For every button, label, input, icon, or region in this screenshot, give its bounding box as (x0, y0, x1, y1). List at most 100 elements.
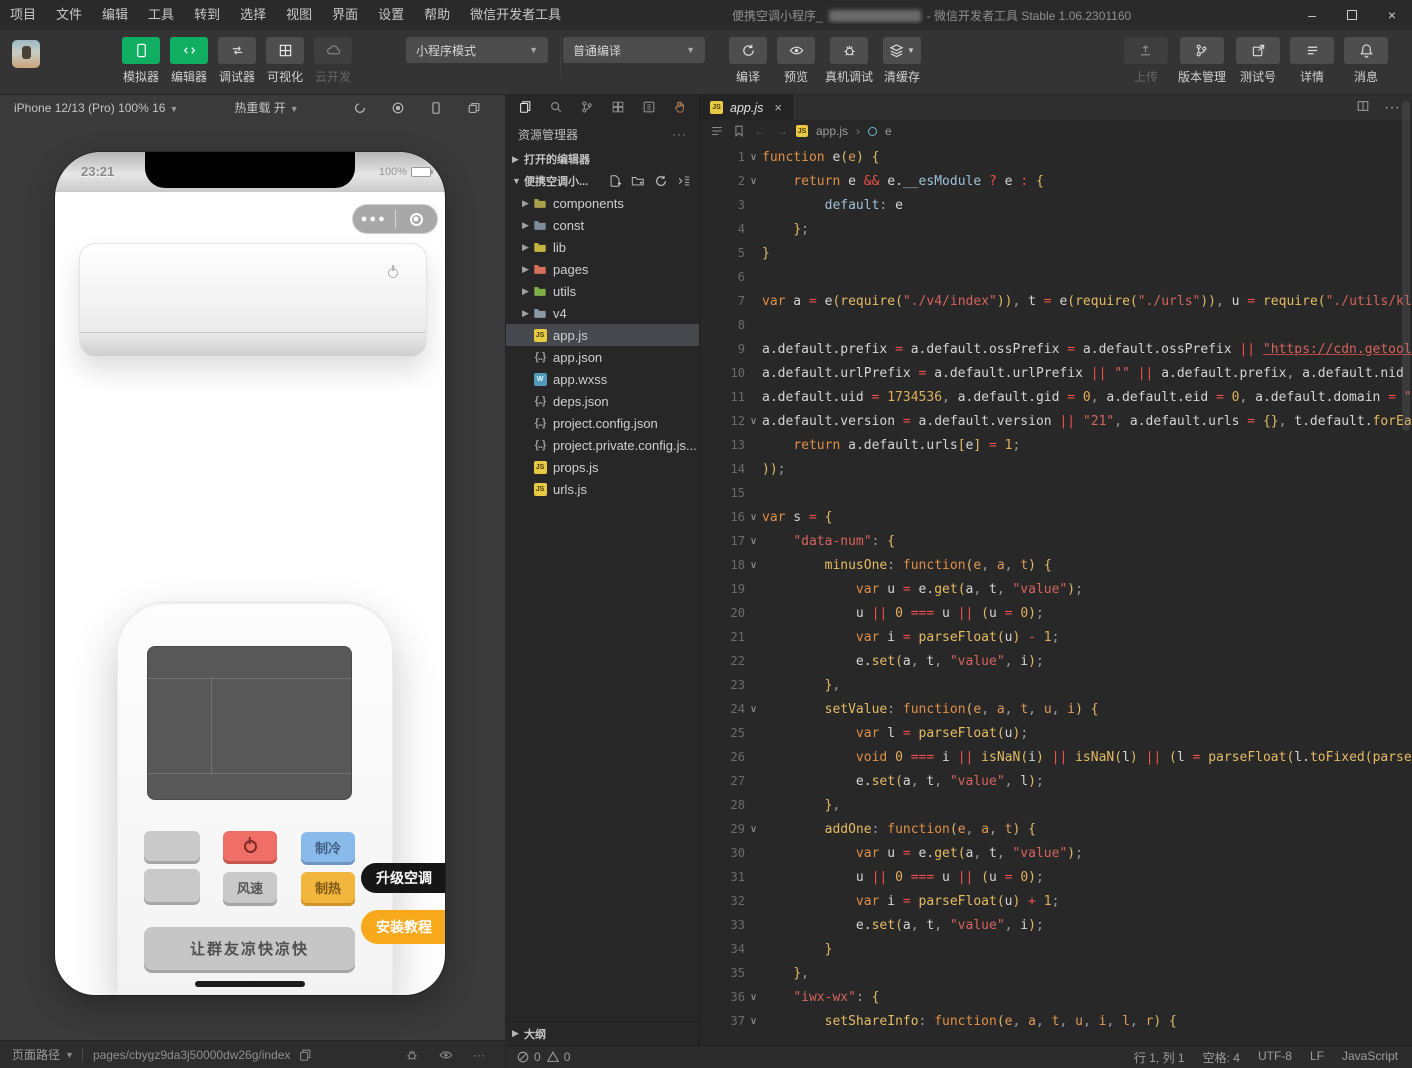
menu-item[interactable]: 视图 (276, 0, 322, 30)
tree-file-app.js[interactable]: JSapp.js (506, 324, 699, 346)
line-gutter[interactable]: 12∨ (700, 414, 762, 428)
tab-app-js[interactable]: JS app.js × (700, 95, 793, 120)
copy-path-icon[interactable] (298, 1048, 312, 1062)
files-icon[interactable] (518, 100, 534, 116)
minimize-button[interactable]: – (1292, 0, 1332, 30)
search-icon[interactable] (549, 100, 565, 116)
line-gutter[interactable]: 24∨ (700, 702, 762, 716)
line-gutter[interactable]: 16∨ (700, 510, 762, 524)
refresh-icon[interactable] (654, 174, 668, 188)
line-gutter[interactable]: 22 (700, 654, 762, 668)
line-gutter[interactable]: 3 (700, 198, 762, 212)
editor-scrollbar[interactable] (1402, 101, 1410, 431)
upgrade-ac-tag[interactable]: 升级空调 (361, 863, 445, 893)
tree-file-project.config.json[interactable]: {..}project.config.json (506, 412, 699, 434)
language-mode[interactable]: JavaScript (1342, 1049, 1398, 1066)
remote-power-button[interactable] (223, 831, 277, 861)
source-control-icon[interactable] (580, 100, 596, 116)
cursor-position[interactable]: 行 1, 列 1 (1134, 1049, 1185, 1066)
line-gutter[interactable]: 5 (700, 246, 762, 260)
tree-folder-lib[interactable]: ▶lib (506, 236, 699, 258)
code-area[interactable]: 1∨function e(e) {2∨ return e && e.__esMo… (700, 142, 1412, 1045)
line-gutter[interactable]: 14 (700, 462, 762, 476)
tree-file-app.json[interactable]: {..}app.json (506, 346, 699, 368)
device-frame-icon[interactable] (429, 101, 443, 115)
tree-file-props.js[interactable]: JSprops.js (506, 456, 699, 478)
tree-folder-utils[interactable]: ▶utils (506, 280, 699, 302)
line-gutter[interactable]: 6 (700, 270, 762, 284)
exit-circle-icon[interactable] (396, 213, 438, 226)
remote-heat-button[interactable]: 制热 (301, 872, 355, 903)
tool-code-button[interactable]: 编辑器 (170, 37, 208, 85)
line-gutter[interactable]: 32 (700, 894, 762, 908)
more-dots-icon[interactable]: ··· (473, 1048, 485, 1062)
compile-mode-select[interactable]: 普通编译▼ (563, 37, 705, 63)
indent-setting[interactable]: 空格: 4 (1203, 1049, 1240, 1066)
new-folder-icon[interactable] (631, 174, 645, 188)
action-bell-button[interactable]: 消息 (1344, 37, 1388, 85)
maximize-button[interactable] (1332, 0, 1372, 30)
line-gutter[interactable]: 18∨ (700, 558, 762, 572)
menu-item[interactable]: 界面 (322, 0, 368, 30)
bookmark-icon[interactable] (732, 124, 746, 138)
more-dots-icon[interactable]: ··· (1384, 99, 1400, 117)
action-refresh-button[interactable]: 编译 (729, 37, 767, 85)
menu-item[interactable]: 帮助 (414, 0, 460, 30)
page-path-label[interactable]: 页面路径 (12, 1046, 60, 1063)
breadcrumb-symbol[interactable]: e (885, 124, 892, 138)
warning-count[interactable]: 0 (564, 1050, 571, 1064)
mode-select[interactable]: 小程序模式▼ (406, 37, 548, 63)
remote-blank-button-2[interactable] (144, 869, 200, 902)
line-gutter[interactable]: 23 (700, 678, 762, 692)
device-select[interactable]: iPhone 12/13 (Pro) 100% 16▼ (14, 101, 178, 115)
line-gutter[interactable]: 4 (700, 222, 762, 236)
tool-swap-button[interactable]: 调试器 (218, 37, 256, 85)
remote-cool-button[interactable]: 制冷 (301, 832, 355, 862)
menu-item[interactable]: 转到 (184, 0, 230, 30)
tree-file-urls.js[interactable]: JSurls.js (506, 478, 699, 500)
menu-item[interactable]: 选择 (230, 0, 276, 30)
outline-section[interactable]: ▶ 大纲 (506, 1021, 699, 1045)
tree-folder-const[interactable]: ▶const (506, 214, 699, 236)
line-gutter[interactable]: 26 (700, 750, 762, 764)
forward-arrow-icon[interactable]: → (776, 124, 788, 138)
split-editor-icon[interactable] (1356, 99, 1370, 117)
line-gutter[interactable]: 17∨ (700, 534, 762, 548)
line-gutter[interactable]: 36∨ (700, 990, 762, 1004)
line-gutter[interactable]: 30 (700, 846, 762, 860)
inspect-icon[interactable] (439, 1048, 453, 1062)
new-file-icon[interactable] (608, 174, 622, 188)
tree-folder-pages[interactable]: ▶pages (506, 258, 699, 280)
back-arrow-icon[interactable]: ← (754, 124, 766, 138)
restart-icon[interactable] (353, 101, 367, 115)
line-gutter[interactable]: 35 (700, 966, 762, 980)
close-button[interactable]: × (1372, 0, 1412, 30)
menu-item[interactable]: 设置 (368, 0, 414, 30)
line-gutter[interactable]: 9 (700, 342, 762, 356)
multi-window-icon[interactable] (467, 101, 481, 115)
action-eye-button[interactable]: 预览 (777, 37, 815, 85)
tree-file-app.wxss[interactable]: Wapp.wxss (506, 368, 699, 390)
line-gutter[interactable]: 20 (700, 606, 762, 620)
menu-item[interactable]: 文件 (46, 0, 92, 30)
panel-icon[interactable] (642, 100, 658, 116)
hand-icon[interactable] (673, 100, 689, 116)
line-gutter[interactable]: 33 (700, 918, 762, 932)
action-branch-button[interactable]: 版本管理 (1178, 37, 1226, 85)
action-layers-button[interactable]: ▼清缓存 (883, 37, 921, 85)
remote-fanspeed-button[interactable]: 风速 (223, 872, 277, 903)
line-gutter[interactable]: 7 (700, 294, 762, 308)
line-gutter[interactable]: 28 (700, 798, 762, 812)
error-count[interactable]: 0 (534, 1050, 541, 1064)
record-icon[interactable] (391, 101, 405, 115)
user-avatar[interactable] (12, 40, 40, 68)
close-tab-icon[interactable]: × (774, 100, 782, 115)
tool-grid-button[interactable]: 可视化 (266, 37, 304, 85)
debug-icon[interactable] (405, 1048, 419, 1062)
more-dots-icon[interactable]: ●●● (353, 204, 395, 234)
tool-phone-button[interactable]: 模拟器 (122, 37, 160, 85)
action-external-button[interactable]: 测试号 (1236, 37, 1280, 85)
line-gutter[interactable]: 37∨ (700, 1014, 762, 1028)
hot-reload-toggle[interactable]: 热重载 开▼ (234, 99, 298, 116)
line-gutter[interactable]: 10 (700, 366, 762, 380)
